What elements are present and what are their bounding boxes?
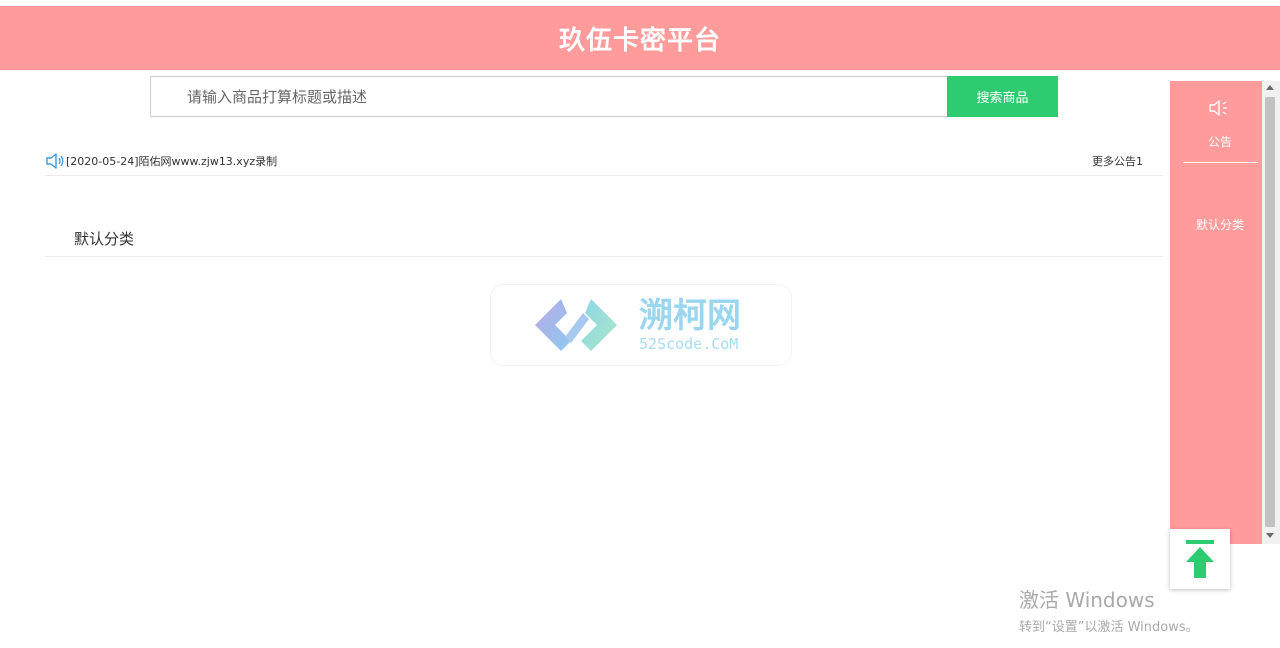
side-panel: 公告 默认分类 (1170, 81, 1262, 544)
side-divider (1183, 162, 1258, 163)
category-section: 默认分类 (45, 222, 1163, 257)
notice-link[interactable]: [2020-05-24]陌佑网www.zjw13.xyz录制 (66, 153, 277, 169)
category-title: 默认分类 (74, 230, 135, 248)
more-notices-link[interactable]: 更多公告1 (1092, 153, 1163, 169)
page: 玖伍卡密平台 搜索商品 [2020-05-24]陌佑网www.zjw13.xyz… (0, 0, 1280, 648)
site-title: 玖伍卡密平台 (558, 25, 721, 56)
arrow-up-to-top-icon (1186, 540, 1214, 578)
activation-title: 激活 Windows (1019, 588, 1155, 612)
activation-subtitle: 转到“设置”以激活 Windows。 (1019, 620, 1199, 635)
scrollbar[interactable] (1262, 81, 1280, 544)
scroll-down-arrow-icon[interactable] (1266, 533, 1274, 538)
watermark-main-text: 溯柯网 (639, 296, 741, 336)
search-input[interactable] (150, 76, 947, 117)
scroll-up-arrow-icon[interactable] (1266, 85, 1274, 90)
side-category-link[interactable]: 默认分类 (1170, 216, 1270, 233)
side-notice-label[interactable]: 公告 (1170, 133, 1270, 150)
search-button[interactable]: 搜索商品 (947, 76, 1058, 117)
back-to-top-button[interactable] (1170, 529, 1230, 589)
watermark-sub-text: 52Scode.CoM (639, 335, 739, 353)
side-speaker-icon[interactable] (1208, 99, 1232, 117)
scroll-thumb[interactable] (1265, 97, 1275, 527)
notice-left: [2020-05-24]陌佑网www.zjw13.xyz录制 (45, 152, 277, 169)
watermark-logo: 溯柯网 52Scode.CoM (490, 284, 792, 366)
site-header: 玖伍卡密平台 (0, 6, 1280, 70)
speaker-icon (46, 152, 64, 169)
windows-activation-watermark: 激活 Windows 转到“设置”以激活 Windows。 (1019, 588, 1199, 635)
watermark-text: 溯柯网 52Scode.CoM (639, 297, 741, 353)
search-bar: 搜索商品 (150, 76, 1058, 117)
code-brackets-logo-icon (535, 299, 617, 351)
notice-bar: [2020-05-24]陌佑网www.zjw13.xyz录制 更多公告1 (45, 146, 1163, 176)
